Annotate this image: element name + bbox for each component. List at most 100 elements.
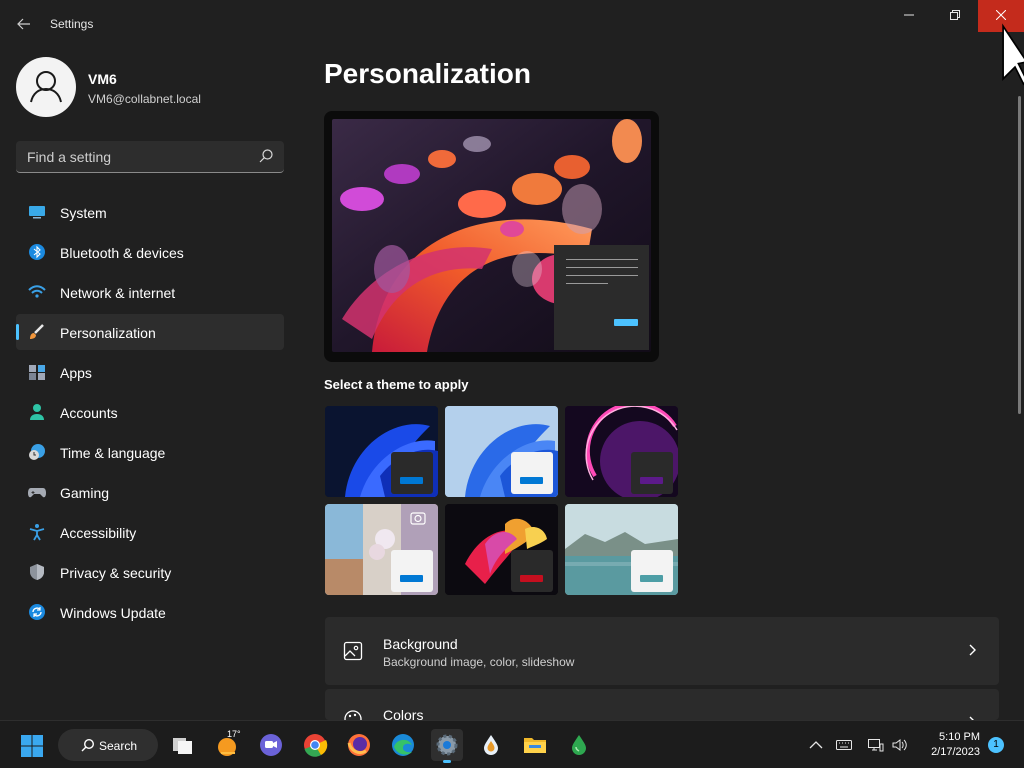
settings-taskbar-button[interactable] [431,729,463,763]
sidebar-item-label: Privacy & security [60,565,172,581]
sidebar-item-gaming[interactable]: Gaming [16,474,284,510]
sidebar-item-accounts[interactable]: Accounts [16,394,284,430]
theme-window [631,550,673,592]
sidebar-item-label: Apps [60,365,92,381]
theme-window [391,550,433,592]
settings-search[interactable] [16,141,284,173]
volume-icon[interactable] [892,737,908,753]
chrome-button[interactable] [299,729,331,761]
paintbrush-icon [30,324,44,339]
clock-time: 5:10 PM [939,731,980,743]
green-drop-app-button[interactable] [563,729,595,761]
sidebar-item-windows-update[interactable]: Windows Update [16,594,284,630]
shield-icon [30,564,44,580]
weather-widget[interactable]: 17° [211,729,243,761]
task-view-button[interactable] [167,729,199,761]
theme-windows-light[interactable] [445,406,558,497]
background-setting-card[interactable]: Background Background image, color, slid… [325,617,999,685]
card-subtitle: Background image, color, slideshow [383,655,575,669]
sidebar-item-accessibility[interactable]: Accessibility [16,514,284,550]
sidebar-item-network[interactable]: Network & internet [16,274,284,310]
wifi-icon [28,285,46,298]
firefox-button[interactable] [343,729,375,761]
sidebar-item-label: Windows Update [60,605,166,621]
mouse-pointer-icon [1002,23,1024,86]
maximize-icon [950,10,960,20]
notification-badge[interactable]: 1 [988,737,1004,753]
windows-start-icon[interactable] [20,734,44,758]
theme-flow[interactable] [445,504,558,595]
profile-email: VM6@collabnet.local [88,92,201,106]
theme-glow[interactable] [565,406,678,497]
settings-icon [436,734,458,756]
page-title: Personalization [324,58,531,89]
weather-temperature: 17° [227,729,241,739]
bluetooth-icon [29,244,45,260]
card-title: Colors [383,707,424,720]
search-icon[interactable] [258,148,274,164]
active-app-indicator [443,760,451,763]
theme-windows-dark[interactable] [325,406,438,497]
colors-setting-card[interactable]: Colors [325,689,999,720]
back-arrow-icon [17,18,30,30]
monitor-icon [29,206,45,219]
water-drop-app-button[interactable] [475,729,507,761]
sidebar-item-time-language[interactable]: Time & language [16,434,284,470]
app-title: Settings [50,17,94,31]
preview-accent-button [614,319,638,326]
theme-preview [324,111,659,362]
gamepad-icon [28,488,46,498]
minimize-icon [904,14,914,16]
theme-window [391,452,433,494]
theme-accent-bar [640,477,663,484]
sidebar-item-label: Accounts [60,405,118,421]
theme-window [511,550,553,592]
network-icon[interactable] [868,737,884,753]
sidebar-item-bluetooth[interactable]: Bluetooth & devices [16,234,284,270]
file-explorer-icon [524,738,546,753]
themes-heading: Select a theme to apply [324,377,469,392]
sidebar-item-label: Network & internet [60,285,176,301]
teams-chat-icon [260,734,282,756]
content-scrollbar[interactable] [1018,96,1021,414]
search-icon [81,738,95,752]
apps-icon [29,365,45,380]
firefox-icon [347,734,370,756]
sidebar-item-label: Personalization [60,325,156,341]
update-icon [29,604,45,620]
preview-window [554,245,649,350]
sidebar-item-system[interactable]: System [16,194,284,230]
image-icon [343,641,363,661]
taskbar-clock[interactable]: 5:10 PM 2/17/2023 [922,730,980,760]
restore-button[interactable] [932,0,978,32]
back-button[interactable] [12,12,36,36]
theme-accent-bar [520,575,543,582]
sidebar-item-label: Bluetooth & devices [60,245,184,261]
chevron-up-icon[interactable] [808,737,824,753]
taskbar: Search 17° 5:10 PM 2/17/2023 1 [0,720,1024,768]
task-view-icon [173,738,192,754]
person-avatar-icon [30,71,62,103]
chevron-right-icon [969,644,976,656]
sidebar-item-apps[interactable]: Apps [16,354,284,390]
water-drop-icon [484,735,498,755]
avatar [16,57,76,117]
clock-date: 2/17/2023 [931,746,980,758]
edge-button[interactable] [387,729,419,761]
minimize-button[interactable] [886,0,932,32]
sidebar-item-label: Gaming [60,485,110,501]
file-explorer-button[interactable] [519,729,551,761]
teams-chat-button[interactable] [255,729,287,761]
theme-window [511,452,553,494]
theme-sunrise[interactable] [565,504,678,595]
sidebar-item-personalization[interactable]: Personalization [16,314,284,350]
keyboard-icon[interactable] [836,737,852,753]
sidebar-item-privacy[interactable]: Privacy & security [16,554,284,590]
sidebar-item-label: System [60,205,107,221]
search-input[interactable] [16,141,252,172]
theme-captured-motion[interactable] [325,504,438,595]
taskbar-search[interactable]: Search [58,729,158,761]
person-icon [30,404,44,420]
theme-accent-bar [400,477,423,484]
sidebar-item-label: Accessibility [60,525,137,541]
